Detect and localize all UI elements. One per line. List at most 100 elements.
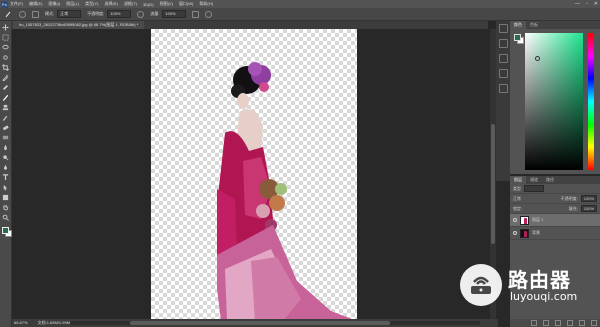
brush-size-icon[interactable] bbox=[19, 10, 26, 18]
layer-filter-row: 类型 bbox=[510, 184, 600, 194]
brush-tool-preset-icon[interactable] bbox=[3, 10, 13, 19]
dodge-tool-icon[interactable] bbox=[2, 154, 9, 161]
layer-row-background[interactable]: 背景 bbox=[510, 227, 600, 240]
character-panel-icon[interactable] bbox=[498, 69, 508, 78]
menu-3d[interactable]: 3D(D) bbox=[143, 2, 154, 7]
eraser-tool-icon[interactable] bbox=[2, 124, 9, 131]
visibility-eye-icon[interactable] bbox=[513, 218, 517, 222]
document-tab[interactable]: hu_1557823_26122736c60f0f5062.jpg @ 66.7… bbox=[13, 21, 145, 29]
watermark-url: luyouqi.com bbox=[510, 290, 578, 303]
new-layer-icon[interactable] bbox=[579, 320, 585, 326]
minimize-button[interactable]: — bbox=[575, 1, 580, 7]
brush-presets-icon[interactable] bbox=[498, 54, 508, 63]
tools-panel bbox=[0, 21, 12, 327]
tab-layers[interactable]: 图层 bbox=[510, 176, 526, 184]
tab-paths[interactable]: 路径 bbox=[542, 176, 558, 184]
menu-layer[interactable]: 图层(L) bbox=[66, 1, 79, 7]
maximize-button[interactable]: ▫ bbox=[586, 1, 588, 7]
color-picker-marker[interactable] bbox=[535, 56, 540, 61]
tab-swatches[interactable]: 色板 bbox=[526, 21, 542, 29]
gradient-tool-icon[interactable] bbox=[2, 134, 9, 141]
color-panel: 颜色 色板 bbox=[510, 21, 600, 174]
brush-tool-icon[interactable] bbox=[2, 94, 9, 101]
close-button[interactable]: ✕ bbox=[594, 1, 598, 7]
menu-help[interactable]: 帮助(H) bbox=[199, 1, 213, 7]
layer-thumbnail bbox=[520, 228, 529, 238]
path-selection-tool-icon[interactable] bbox=[2, 184, 9, 191]
menu-select[interactable]: 选择(S) bbox=[104, 1, 117, 7]
flow-label: 流量: bbox=[150, 11, 160, 16]
zoom-tool-icon[interactable] bbox=[2, 214, 9, 221]
window-controls: — ▫ ✕ bbox=[575, 0, 598, 8]
layer-opacity-field[interactable]: 100% bbox=[580, 195, 597, 202]
blend-row: 正常 不透明度: 100% bbox=[510, 194, 600, 204]
layer-row-layer-1[interactable]: 图层 1 bbox=[510, 214, 600, 227]
flow-field[interactable]: 100% bbox=[162, 10, 187, 18]
marquee-tool-icon[interactable] bbox=[2, 34, 9, 41]
crop-tool-icon[interactable] bbox=[2, 64, 9, 71]
add-style-icon[interactable] bbox=[543, 320, 549, 326]
menu-image[interactable]: 图像(I) bbox=[48, 1, 60, 7]
horizontal-scrollbar[interactable] bbox=[70, 321, 480, 325]
lasso-tool-icon[interactable] bbox=[2, 44, 9, 51]
menu-file[interactable]: 文件(F) bbox=[10, 1, 23, 7]
layer-kind-select[interactable] bbox=[524, 185, 544, 192]
blend-mode-select[interactable]: 正常 bbox=[513, 196, 521, 202]
healing-brush-tool-icon[interactable] bbox=[2, 84, 9, 91]
link-layers-icon[interactable] bbox=[531, 320, 537, 326]
doc-info: 文档:1.65M/1.99M bbox=[37, 320, 71, 325]
layer-thumbnail bbox=[520, 215, 529, 225]
lock-label: 锁定: bbox=[513, 205, 523, 211]
foreground-color-swatch[interactable] bbox=[2, 227, 9, 234]
add-mask-icon[interactable] bbox=[555, 320, 561, 326]
horizontal-scroll-thumb[interactable] bbox=[130, 321, 390, 325]
mode-select[interactable]: 正常 bbox=[57, 10, 82, 18]
watermark-title: 路由器 bbox=[508, 268, 571, 292]
brush-panel-icon[interactable] bbox=[32, 10, 39, 18]
menu-view[interactable]: 视图(V) bbox=[160, 1, 173, 7]
menu-window[interactable]: 窗口(W) bbox=[179, 1, 193, 7]
color-panel-tabs: 颜色 色板 bbox=[510, 21, 600, 29]
vertical-scroll-thumb[interactable] bbox=[491, 124, 495, 244]
blur-tool-icon[interactable] bbox=[2, 144, 9, 151]
visibility-eye-icon[interactable] bbox=[513, 231, 517, 235]
options-bar: 模式: 正常 不透明度: 100% 流量: 100% bbox=[0, 8, 600, 21]
tab-channels[interactable]: 通道 bbox=[526, 176, 542, 184]
new-group-icon[interactable] bbox=[567, 320, 573, 326]
pen-tool-icon[interactable] bbox=[2, 164, 9, 171]
type-tool-icon[interactable] bbox=[2, 174, 9, 181]
menu-edit[interactable]: 编辑(E) bbox=[29, 1, 42, 7]
opacity-field[interactable]: 100% bbox=[107, 10, 132, 18]
eyedropper-tool-icon[interactable] bbox=[2, 74, 9, 81]
delete-layer-icon[interactable] bbox=[591, 320, 597, 326]
pressure-opacity-icon[interactable] bbox=[137, 10, 145, 18]
menu-filter[interactable]: 滤镜(T) bbox=[124, 1, 137, 7]
fill-field[interactable]: 100% bbox=[580, 205, 597, 212]
mode-label: 模式: bbox=[45, 11, 55, 16]
move-tool-icon[interactable] bbox=[2, 24, 9, 31]
hue-slider[interactable] bbox=[588, 33, 594, 170]
airbrush-icon[interactable] bbox=[192, 10, 200, 18]
pressure-size-icon[interactable] bbox=[205, 10, 213, 18]
layer-name: 图层 1 bbox=[532, 217, 544, 222]
shape-tool-icon[interactable] bbox=[2, 194, 9, 201]
color-picker-field[interactable] bbox=[525, 33, 583, 170]
lock-row: 锁定: 填充: 100% bbox=[510, 204, 600, 214]
clone-stamp-tool-icon[interactable] bbox=[2, 104, 9, 111]
layer-name: 背景 bbox=[532, 230, 540, 235]
quick-select-tool-icon[interactable] bbox=[2, 54, 9, 61]
paragraph-panel-icon[interactable] bbox=[498, 84, 508, 93]
zoom-level[interactable]: 66.67% bbox=[14, 319, 28, 327]
layers-panel-tabs: 图层 通道 路径 bbox=[510, 176, 600, 184]
history-brush-tool-icon[interactable] bbox=[2, 114, 9, 121]
layer-opacity-label: 不透明度: bbox=[560, 195, 578, 201]
hand-tool-icon[interactable] bbox=[2, 204, 9, 211]
properties-panel-icon[interactable] bbox=[498, 39, 508, 48]
document-canvas[interactable] bbox=[151, 29, 357, 321]
tab-color[interactable]: 颜色 bbox=[510, 21, 526, 29]
history-panel-icon[interactable] bbox=[498, 24, 508, 33]
menu-type[interactable]: 类型(Y) bbox=[85, 1, 98, 7]
panel-foreground-swatch[interactable] bbox=[514, 34, 521, 41]
menu-bar: Ps 文件(F) 编辑(E) 图像(I) 图层(L) 类型(Y) 选择(S) 滤… bbox=[0, 0, 600, 8]
kimono-woman-image bbox=[217, 62, 357, 321]
